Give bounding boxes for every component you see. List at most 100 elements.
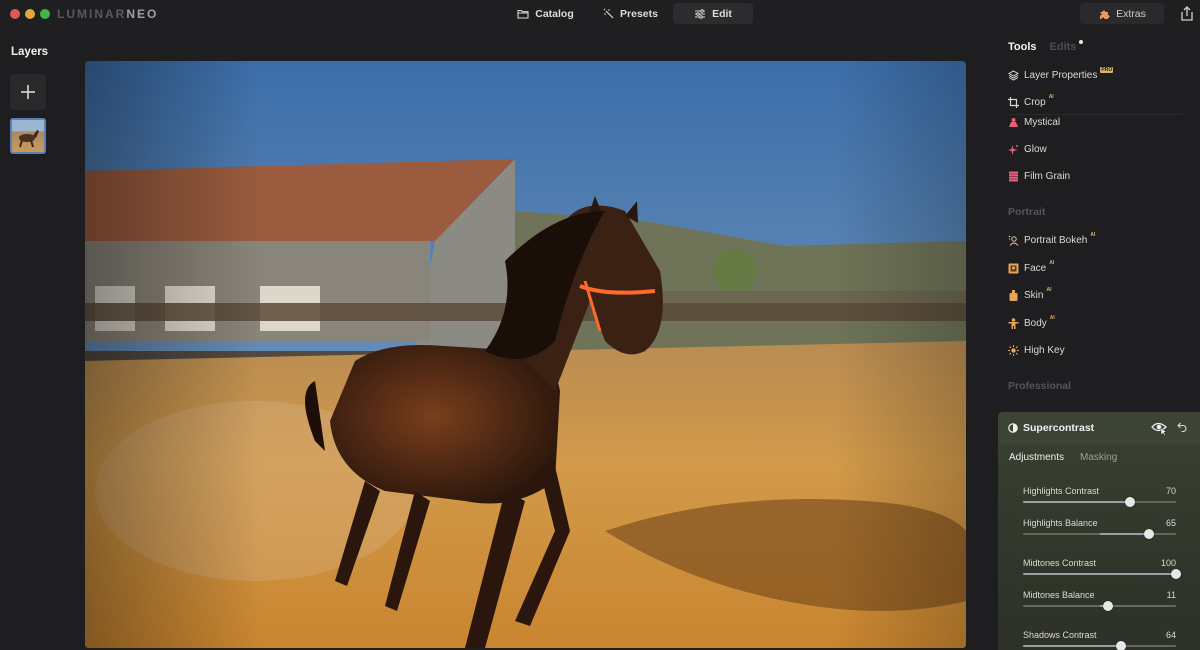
slider-value: 100	[1160, 558, 1176, 568]
tool-glow-label: Glow	[1024, 143, 1047, 155]
horse-thumbnail-image	[19, 130, 39, 148]
pro-badge: PRO	[1100, 67, 1114, 73]
tool-crop[interactable]: Crop AI	[1008, 93, 1054, 111]
portrait-bokeh-icon	[1008, 235, 1019, 246]
slider-label: Midtones Contrast	[1023, 558, 1097, 568]
subtab-adjustments[interactable]: Adjustments	[1009, 452, 1064, 463]
slider-value: 70	[1165, 486, 1176, 496]
puzzle-icon	[1100, 10, 1110, 19]
tool-body[interactable]: Body AI	[1008, 314, 1055, 332]
tab-presets[interactable]: Presets	[588, 3, 673, 24]
tool-mystical[interactable]: Mystical	[1008, 113, 1060, 131]
slider-midtones-balance[interactable]: Midtones Balance 11	[1023, 590, 1176, 616]
slider-label: Midtones Balance	[1023, 590, 1095, 600]
slider-midtones-contrast[interactable]: Midtones Contrast 100	[1023, 558, 1181, 584]
plus-icon	[21, 85, 35, 99]
tool-skin[interactable]: Skin AI	[1008, 286, 1051, 304]
tool-glow[interactable]: Glow	[1008, 140, 1047, 158]
slider-label: Highlights Balance	[1023, 518, 1098, 528]
extras-button[interactable]: Extras	[1080, 3, 1164, 24]
main-nav: Catalog Presets Edit	[503, 3, 753, 24]
logo-luminar: LUMINAR	[57, 7, 127, 21]
layer-thumbnail[interactable]	[10, 118, 46, 154]
slider-fill	[1023, 645, 1121, 647]
crop-icon	[1008, 96, 1019, 108]
slider-highlights-balance[interactable]: Highlights Balance 65	[1023, 518, 1176, 544]
photo-canvas[interactable]	[85, 61, 966, 648]
undo-icon[interactable]	[1177, 421, 1188, 432]
tool-film-grain[interactable]: Film Grain	[1008, 167, 1070, 185]
title-bar: LUMINARNEO Catalog Presets Edit Extras	[0, 0, 1200, 28]
tool-mystical-label: Mystical	[1024, 116, 1061, 128]
extras-label: Extras	[1116, 7, 1146, 20]
tab-edit-label: Edit	[712, 7, 732, 20]
section-portrait: Portrait	[1008, 206, 1046, 218]
add-layer-button[interactable]	[10, 74, 46, 110]
tab-catalog[interactable]: Catalog	[503, 3, 588, 24]
film-icon	[1008, 171, 1019, 182]
panel-tabs: Tools Edits	[1008, 40, 1084, 53]
photo-credit: © Javier Pardina	[88, 595, 94, 640]
supercontrast-subtabs: Adjustments Masking	[1009, 452, 1117, 463]
tool-crop-label: Crop	[1024, 96, 1046, 108]
slider-label: Highlights Contrast	[1023, 486, 1100, 496]
body-icon	[1008, 317, 1019, 329]
slider-thumb[interactable]	[1171, 569, 1181, 579]
slider-value: 11	[1166, 590, 1176, 600]
slider-fill	[1023, 573, 1176, 575]
tool-portrait-bokeh[interactable]: Portrait Bokeh AI	[1008, 231, 1095, 249]
face-icon	[1008, 263, 1019, 274]
slider-fill	[1023, 501, 1131, 503]
sliders-icon	[695, 8, 706, 19]
tool-film-grain-label: Film Grain	[1024, 170, 1071, 182]
maximize-window-button[interactable]	[40, 9, 50, 19]
tool-layer-properties[interactable]: Layer Properties PRO	[1008, 66, 1114, 84]
tool-skin-label: Skin	[1024, 289, 1044, 301]
slider-thumb[interactable]	[1115, 641, 1126, 650]
tool-high-key[interactable]: High Key	[1008, 341, 1065, 359]
tab-edits-label: Edits	[1049, 41, 1077, 53]
half-circle-contrast-icon	[1008, 423, 1018, 433]
section-professional: Professional	[1008, 380, 1072, 392]
ai-badge: AI	[1049, 260, 1055, 266]
sparkle-icon	[1008, 144, 1019, 155]
minimize-window-button[interactable]	[25, 9, 35, 19]
slider-thumb[interactable]	[1102, 601, 1113, 611]
tool-body-label: Body	[1024, 317, 1047, 329]
edits-indicator-dot	[1079, 40, 1084, 44]
slider-shadows-contrast[interactable]: Shadows Contrast 64	[1023, 630, 1176, 650]
supercontrast-title: Supercontrast	[1023, 422, 1095, 434]
tool-portrait-bokeh-label: Portrait Bokeh	[1024, 234, 1088, 246]
magic-wand-icon	[603, 8, 614, 19]
logo-neo: NEO	[126, 7, 159, 21]
subtab-masking[interactable]: Masking	[1080, 452, 1117, 463]
slider-thumb[interactable]	[1125, 497, 1136, 507]
tool-layer-properties-label: Layer Properties	[1024, 69, 1098, 81]
tab-edit[interactable]: Edit	[673, 3, 753, 24]
slider-thumb[interactable]	[1144, 529, 1155, 539]
tool-face[interactable]: Face AI	[1008, 259, 1054, 277]
ai-badge: AI	[1049, 315, 1055, 321]
eye-visibility-icon[interactable]	[1151, 421, 1169, 435]
slider-highlights-contrast[interactable]: Highlights Contrast 70	[1023, 486, 1176, 512]
supercontrast-panel: Supercontrast Adjustments Masking Highli…	[998, 412, 1200, 650]
skin-icon	[1008, 289, 1019, 301]
ai-badge: AI	[1046, 287, 1052, 293]
horse-photo	[85, 61, 966, 648]
slider-fill	[1099, 533, 1150, 535]
folder-icon	[517, 9, 529, 19]
tab-edits[interactable]: Edits	[1049, 40, 1084, 53]
tab-tools[interactable]: Tools	[1008, 41, 1037, 53]
close-window-button[interactable]	[10, 9, 20, 19]
app-logo: LUMINARNEO	[57, 7, 158, 21]
slider-value: 64	[1165, 630, 1176, 640]
tool-face-label: Face	[1024, 262, 1047, 274]
ai-badge: AI	[1048, 94, 1054, 100]
tab-catalog-label: Catalog	[535, 7, 574, 20]
tool-high-key-label: High Key	[1024, 344, 1065, 356]
tab-presets-label: Presets	[620, 7, 658, 20]
layers-icon	[1008, 69, 1019, 81]
mystical-icon	[1008, 117, 1019, 128]
slider-value: 65	[1165, 518, 1176, 528]
share-icon[interactable]	[1180, 6, 1194, 22]
